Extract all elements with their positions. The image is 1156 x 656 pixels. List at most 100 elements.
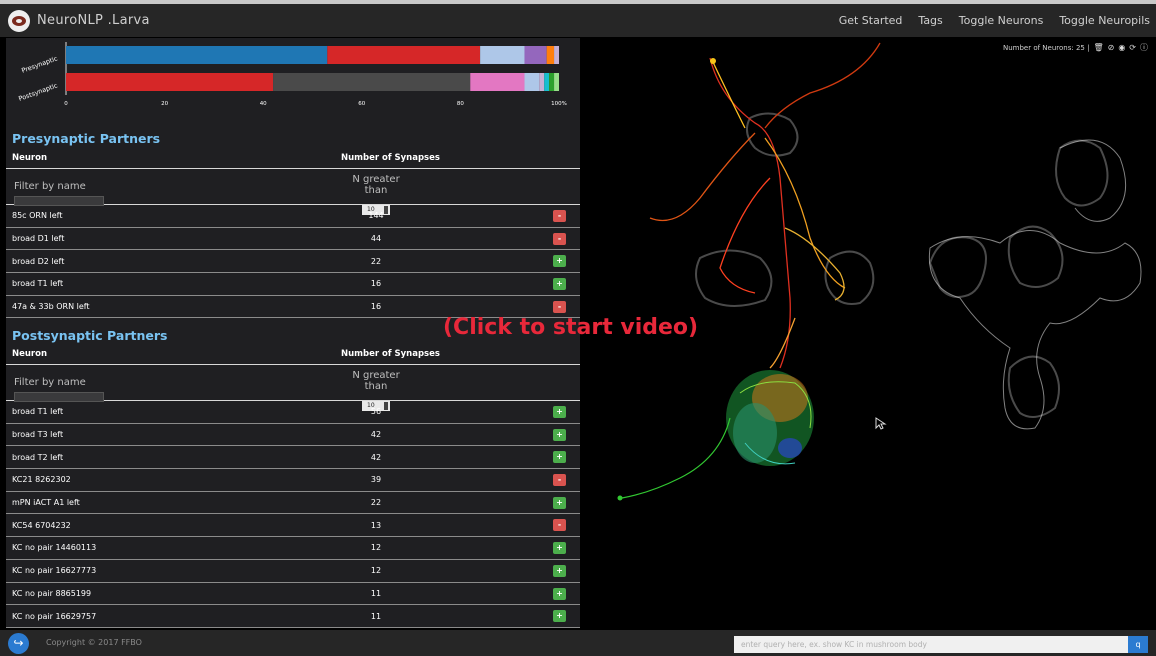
bar-segment	[544, 73, 550, 91]
category-label: Presynaptic	[20, 54, 59, 75]
add-neuron-button[interactable]: +	[553, 278, 566, 291]
eye-icon[interactable]: ◉	[1118, 43, 1125, 52]
bar-segment	[554, 46, 559, 64]
x-tick-label: 60	[358, 101, 365, 107]
table-row: KC no pair 14460113 12 +	[6, 537, 580, 560]
x-tick-label: 80	[457, 101, 464, 107]
mushroom-body-cluster	[621, 370, 814, 499]
soma-marker	[710, 58, 716, 64]
category-label: Postsynaptic	[17, 81, 59, 103]
bar-segment	[554, 73, 559, 91]
remove-neuron-button[interactable]: -	[553, 210, 566, 222]
filter-label: Filter by name	[14, 377, 86, 388]
synapse-count: 44	[370, 234, 382, 244]
neuron-name: KC no pair 14460113	[12, 543, 97, 553]
synapse-count: 16	[370, 279, 382, 289]
synapse-count: 22	[370, 256, 382, 266]
neuron-name: KC54 6704232	[12, 520, 71, 530]
remove-neuron-button[interactable]: -	[553, 232, 566, 245]
nav-toggle-neuropils[interactable]: Toggle Neuropils	[1059, 14, 1150, 27]
table-row: KC no pair 8865199 11 +	[6, 583, 580, 606]
soma-marker	[617, 495, 623, 501]
table-row: broad T1 left 16 +	[6, 273, 580, 296]
brand[interactable]: NeuroNLP .Larva	[8, 9, 150, 32]
postsynaptic-rows: broad T1 left 56 + broad T3 left 42 + broad T2…	[6, 401, 580, 628]
remove-neuron-button[interactable]: -	[553, 519, 566, 532]
nav-tags[interactable]: Tags	[918, 14, 942, 27]
bar-segment	[327, 46, 481, 64]
col-synapses: Number of Synapses	[341, 349, 440, 359]
postsynaptic-title: Postsynaptic Partners	[12, 328, 168, 343]
table-row: KC54 6704232 13 -	[6, 514, 580, 538]
bar-segment	[66, 73, 274, 91]
query-input[interactable]: enter query here, ex. show KC in mushroo…	[734, 636, 1128, 653]
table-row: broad T2 left 42 +	[6, 446, 580, 470]
neuropil-outline	[1007, 355, 1060, 418]
neuron-name: broad T1 left	[12, 279, 64, 289]
neuropil-outline	[695, 249, 773, 308]
neuron-name: KC no pair 8865199	[12, 588, 92, 598]
neuron-trace	[719, 177, 771, 294]
nav-toggle-neurons[interactable]: Toggle Neurons	[959, 14, 1044, 27]
table-row: KC no pair 16627773 12 +	[6, 560, 580, 583]
search-icon[interactable]: q	[1128, 636, 1148, 653]
share-arrow-icon[interactable]: ↪	[8, 633, 29, 654]
navbar: NeuroNLP .Larva Get Started Tags Toggle …	[0, 4, 1156, 37]
viewer-toolbar: Number of Neurons: 25 | 🗑 ⊘ ◉ ⟳ ⓘ	[1003, 42, 1148, 53]
add-neuron-button[interactable]: +	[553, 451, 566, 464]
neuron-name: KC no pair 16629757	[12, 611, 97, 621]
neuron-trace	[649, 132, 756, 222]
nav-get-started[interactable]: Get Started	[839, 14, 903, 27]
synapse-count: 12	[370, 566, 382, 576]
add-neuron-button[interactable]: +	[553, 406, 566, 418]
synapse-fraction-chart: Presynaptic Postsynaptic 0 20 40 60 80 100%	[6, 38, 580, 116]
brain-mesh-outline	[928, 139, 1142, 430]
add-neuron-button[interactable]: +	[553, 496, 566, 509]
synapse-count: 42	[370, 430, 382, 440]
neuron-name: KC no pair 16627773	[12, 566, 97, 576]
remove-neuron-button[interactable]: -	[553, 300, 566, 313]
x-tick-label: 100%	[551, 101, 567, 107]
add-neuron-button[interactable]: +	[553, 587, 566, 600]
remove-neuron-button[interactable]: -	[553, 474, 566, 487]
neuron-name: 85c ORN left	[12, 211, 63, 221]
bar-segment	[480, 46, 525, 64]
add-neuron-button[interactable]: +	[553, 542, 566, 555]
add-neuron-button[interactable]: +	[553, 255, 566, 268]
bar-segment	[66, 46, 328, 64]
synapse-count: 11	[370, 611, 382, 621]
footer: ↪ Copyright © 2017 FFBO enter query here…	[0, 630, 1156, 656]
neuron-name: 47a & 33b ORN left	[12, 302, 90, 312]
video-overlay-text[interactable]: (Click to start video)	[443, 315, 698, 340]
trash-icon[interactable]: 🗑	[1093, 43, 1103, 52]
add-neuron-button[interactable]: +	[553, 564, 566, 577]
add-neuron-button[interactable]: +	[553, 610, 566, 623]
info-icon[interactable]: ⓘ	[1140, 42, 1148, 53]
synapse-count: 56	[370, 407, 382, 417]
synapse-count: 11	[370, 588, 382, 598]
refresh-icon[interactable]: ⟳	[1129, 43, 1136, 52]
synapse-count: 42	[370, 452, 382, 462]
presynaptic-table: Neuron Number of Synapses Filter by name…	[6, 148, 580, 319]
neuron-name: broad T3 left	[12, 430, 64, 440]
brand-logo-icon	[8, 9, 30, 32]
synapse-count: 144	[368, 211, 384, 221]
filter-label: Filter by name	[14, 181, 86, 192]
x-tick-label: 0	[64, 101, 68, 107]
synapse-count: 39	[370, 475, 382, 485]
table-row: broad D2 left 22 +	[6, 250, 580, 274]
mouse-cursor-icon	[875, 417, 887, 430]
copyright-text: Copyright © 2017 FFBO	[46, 638, 142, 647]
col-neuron: Neuron	[12, 349, 48, 359]
neuron-trace	[784, 227, 845, 301]
n-greater-label: N greater than	[352, 174, 400, 196]
nav-links: Get Started Tags Toggle Neurons Toggle N…	[823, 4, 1150, 37]
postsynaptic-filter-row: Filter by name N greater than 10	[6, 365, 580, 411]
neuropil-outline	[1055, 139, 1109, 207]
postsynaptic-table: Neuron Number of Synapses Filter by name…	[6, 344, 580, 628]
add-neuron-button[interactable]: +	[553, 428, 566, 441]
table-row: broad D1 left 44 -	[6, 228, 580, 251]
neuron-count: Number of Neurons: 25 |	[1002, 43, 1090, 52]
eye-slash-icon[interactable]: ⊘	[1108, 43, 1115, 52]
bar-segment	[470, 73, 525, 91]
